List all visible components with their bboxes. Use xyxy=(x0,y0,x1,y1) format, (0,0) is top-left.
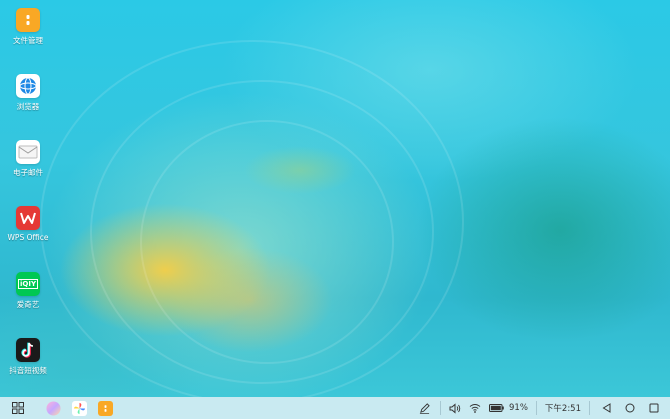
stylus-icon xyxy=(419,402,430,414)
volume-button[interactable] xyxy=(445,397,465,419)
envelope-icon xyxy=(16,140,40,164)
assistant-orb-icon xyxy=(45,400,61,416)
nav-recents-button[interactable] xyxy=(642,397,666,419)
battery-status[interactable] xyxy=(485,397,507,419)
desktop-icon-label: 电子邮件 xyxy=(13,168,43,177)
wps-office-icon xyxy=(16,206,40,230)
app-grid-icon xyxy=(12,402,24,414)
gallery-pinwheel-icon xyxy=(71,400,87,416)
desktop-icon-label: 抖音短视频 xyxy=(9,366,47,375)
start-button[interactable] xyxy=(0,397,36,419)
taskbar: 91% 下午2:51 xyxy=(0,397,670,419)
desktop-icon-label: WPS Office xyxy=(7,233,49,242)
desktop-icon-file-manager[interactable]: 文件管理 xyxy=(4,8,52,46)
stylus-button[interactable] xyxy=(412,397,436,419)
taskbar-app-assistant[interactable] xyxy=(40,397,66,419)
desktop-icon-email[interactable]: 电子邮件 xyxy=(4,140,52,178)
file-manager-icon xyxy=(16,8,40,32)
wallpaper-swirl xyxy=(140,120,394,364)
wifi-icon xyxy=(469,404,481,413)
desktop-icon-wps-office[interactable]: WPS Office xyxy=(4,206,52,242)
desktop-icon-iqiyi[interactable]: iQIY 爱奇艺 xyxy=(4,272,52,310)
iqiyi-logo-text: iQIY xyxy=(17,279,39,289)
battery-icon xyxy=(488,404,504,412)
iqiyi-icon: iQIY xyxy=(16,272,40,296)
wifi-button[interactable] xyxy=(465,397,485,419)
nav-home-button[interactable] xyxy=(618,397,642,419)
taskbar-app-file-manager[interactable] xyxy=(92,397,118,419)
tray-divider xyxy=(535,401,537,415)
desktop-icon-label: 爱奇艺 xyxy=(16,300,40,309)
clock[interactable]: 下午2:51 xyxy=(545,402,581,414)
browser-globe-icon xyxy=(16,74,40,98)
battery-percentage: 91% xyxy=(509,403,528,413)
file-manager-icon xyxy=(97,400,113,416)
recents-square-icon xyxy=(649,403,659,413)
desktop-icon-tiktok[interactable]: 抖音短视频 xyxy=(4,338,52,376)
desktop-wallpaper: 文件管理 浏览器 电子邮件 WPS Office iQIY 爱奇艺 抖音短视频 xyxy=(0,0,670,397)
tray-divider xyxy=(440,401,441,415)
desktop-icon-browser[interactable]: 浏览器 xyxy=(4,74,52,112)
home-circle-icon xyxy=(625,403,635,413)
tiktok-icon xyxy=(16,338,40,362)
nav-back-button[interactable] xyxy=(594,397,618,419)
taskbar-app-gallery[interactable] xyxy=(66,397,92,419)
desktop-icon-label: 浏览器 xyxy=(16,102,40,111)
desktop-icon-label: 文件管理 xyxy=(13,36,43,45)
tray-divider xyxy=(589,401,590,415)
back-triangle-icon xyxy=(602,403,610,413)
volume-icon xyxy=(449,402,461,414)
